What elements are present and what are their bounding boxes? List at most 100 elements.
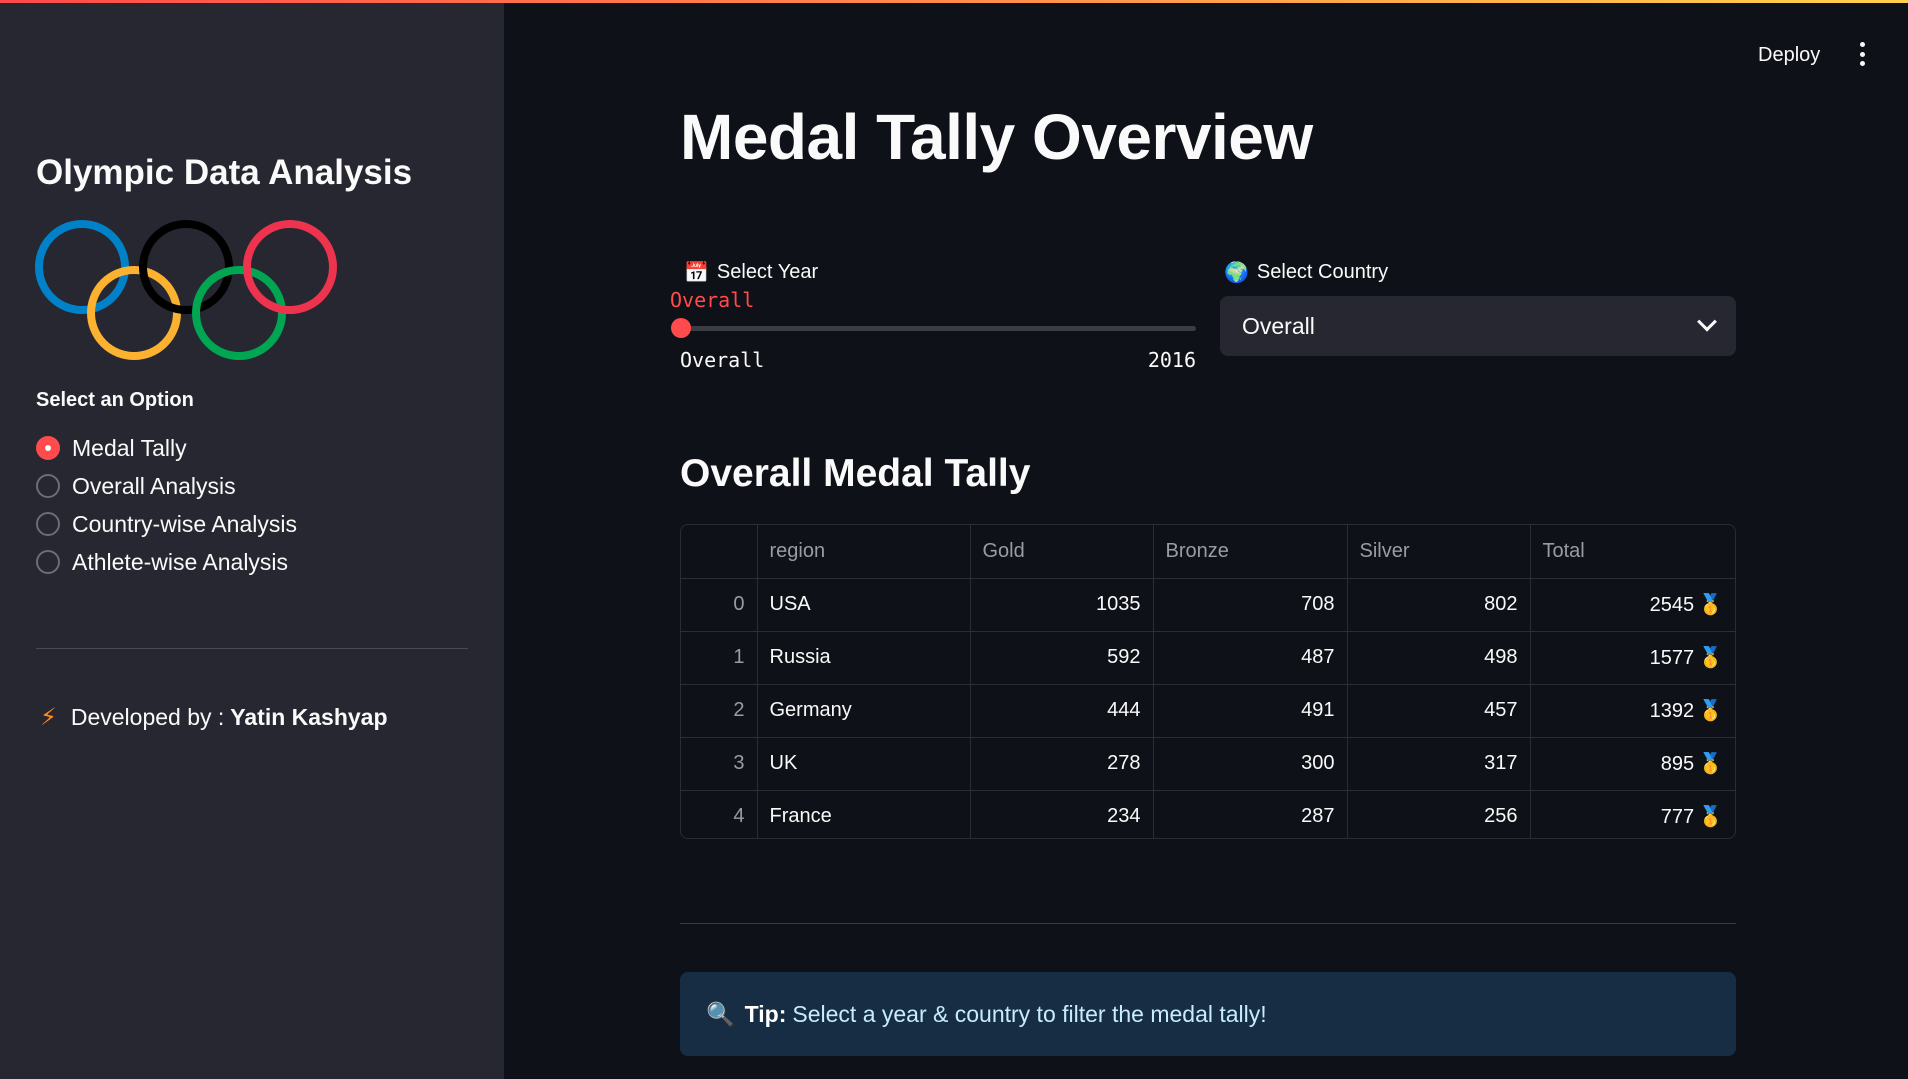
column-header-silver[interactable]: Silver [1347,525,1531,579]
column-header-bronze[interactable]: Bronze [1153,525,1348,579]
sidebar-title: Olympic Data Analysis [36,153,413,192]
cell-bronze[interactable]: 300 [1153,737,1348,791]
radio-label: Country-wise Analysis [72,510,297,537]
cell-region[interactable]: UK [757,737,971,791]
cell-gold[interactable]: 1035 [970,578,1154,632]
radio-athlete-wise-analysis[interactable]: Athlete-wise Analysis [36,543,297,581]
cell-gold[interactable]: 278 [970,737,1154,791]
table-row: 3 UK 278 300 317 895 🥇 [681,737,1735,791]
column-header-region[interactable]: region [757,525,971,579]
developer-name: Yatin Kashyap [230,704,388,730]
deploy-button[interactable]: Deploy [1746,40,1832,71]
developer-prefix: Developed by : [70,704,225,730]
tip-text: Select a year & country to filter the me… [792,1000,1267,1027]
year-label-text: Select Year [716,261,819,283]
cell-silver[interactable]: 256 [1347,790,1531,838]
column-header-gold[interactable]: Gold [970,525,1154,579]
cell-region[interactable]: USA [757,578,971,632]
cell-silver[interactable]: 498 [1347,631,1531,685]
year-slider-min: Overall [680,348,765,372]
total-value: 1577 [1649,647,1695,669]
tip-banner: 🔍 Tip: Select a year & country to filter… [680,972,1736,1056]
radio-label: Athlete-wise Analysis [72,548,289,575]
section-title: Overall Medal Tally [680,452,1031,495]
main-divider [680,923,1736,924]
more-menu-icon[interactable] [1852,42,1872,66]
sidebar-divider [36,648,468,649]
ring-black [139,220,233,314]
globe-icon: 🌍 [1224,262,1249,284]
cell-bronze[interactable]: 487 [1153,631,1348,685]
cell-gold[interactable]: 234 [970,790,1154,838]
total-value: 895 [1660,753,1695,775]
ring-green [192,266,286,360]
country-label-text: Select Country [1256,261,1389,283]
radio-country-wise-analysis[interactable]: Country-wise Analysis [36,505,297,543]
sidebar: Olympic Data Analysis Select an Option M… [0,3,504,1079]
medal-icon: 🥇 [1698,700,1723,722]
cell-bronze[interactable]: 287 [1153,790,1348,838]
ring-red [243,220,337,314]
radio-overall-analysis[interactable]: Overall Analysis [36,467,297,505]
column-header-index[interactable] [681,525,758,579]
ring-blue [35,220,129,314]
radio-label: Overall Analysis [72,472,236,499]
cell-total[interactable]: 2545 🥇 [1530,578,1735,632]
cell-index[interactable]: 3 [681,737,758,791]
cell-total[interactable]: 895 🥇 [1530,737,1735,791]
year-slider-value: Overall [670,288,755,312]
year-slider-max: 2016 [1147,348,1196,372]
calendar-icon: 📅 [684,262,709,284]
cell-silver[interactable]: 802 [1347,578,1531,632]
page-title: Medal Tally Overview [680,101,1313,173]
olympic-rings-logo [35,220,337,360]
chevron-down-icon [1697,311,1717,332]
developer-credit: ⚡ Developed by : Yatin Kashyap [40,703,388,732]
medal-icon: 🥇 [1698,647,1723,669]
cell-index[interactable]: 0 [681,578,758,632]
option-radio-group: Medal Tally Overall Analysis Country-wis… [36,429,297,581]
medal-icon: 🥇 [1698,594,1723,616]
cell-bronze[interactable]: 708 [1153,578,1348,632]
table-row: 2 Germany 444 491 457 1392 🥇 [681,684,1735,738]
cell-gold[interactable]: 444 [970,684,1154,738]
total-value: 2545 [1649,594,1695,616]
medal-icon: 🥇 [1698,753,1723,775]
cell-total[interactable]: 777 🥇 [1530,790,1735,838]
medal-table[interactable]: region Gold Bronze Silver Total 0 USA 10… [680,524,1736,839]
cell-region[interactable]: Russia [757,631,971,685]
cell-index[interactable]: 2 [681,684,758,738]
cell-total[interactable]: 1577 🥇 [1530,631,1735,685]
table-row: 4 France 234 287 256 777 🥇 [681,790,1735,838]
cell-bronze[interactable]: 491 [1153,684,1348,738]
table-row: 0 USA 1035 708 802 2545 🥇 [681,578,1735,632]
radio-unchecked-icon [36,474,60,498]
year-label: 📅 Select Year [684,260,818,285]
radio-unchecked-icon [36,512,60,536]
country-select-value: Overall [1242,312,1315,339]
medal-icon: 🥇 [1698,806,1723,829]
cell-region[interactable]: Germany [757,684,971,738]
cell-silver[interactable]: 457 [1347,684,1531,738]
year-slider-thumb[interactable] [671,318,691,338]
total-value: 777 [1660,806,1695,829]
year-slider-track[interactable] [680,326,1196,331]
radio-unchecked-icon [36,550,60,574]
radio-medal-tally[interactable]: Medal Tally [36,429,297,467]
radio-checked-icon [36,436,60,460]
magnifier-icon: 🔍 [706,1000,735,1027]
column-header-total[interactable]: Total [1530,525,1735,579]
option-label: Select an Option [36,389,194,411]
country-label: 🌍 Select Country [1224,260,1388,285]
cell-total[interactable]: 1392 🥇 [1530,684,1735,738]
table-row: 1 Russia 592 487 498 1577 🥇 [681,631,1735,685]
country-select[interactable]: Overall [1220,296,1736,356]
lightning-icon: ⚡ [40,704,57,731]
cell-index[interactable]: 1 [681,631,758,685]
cell-gold[interactable]: 592 [970,631,1154,685]
ring-yellow [87,266,181,360]
cell-region[interactable]: France [757,790,971,838]
table-header-row: region Gold Bronze Silver Total [681,525,1735,579]
cell-index[interactable]: 4 [681,790,758,838]
cell-silver[interactable]: 317 [1347,737,1531,791]
